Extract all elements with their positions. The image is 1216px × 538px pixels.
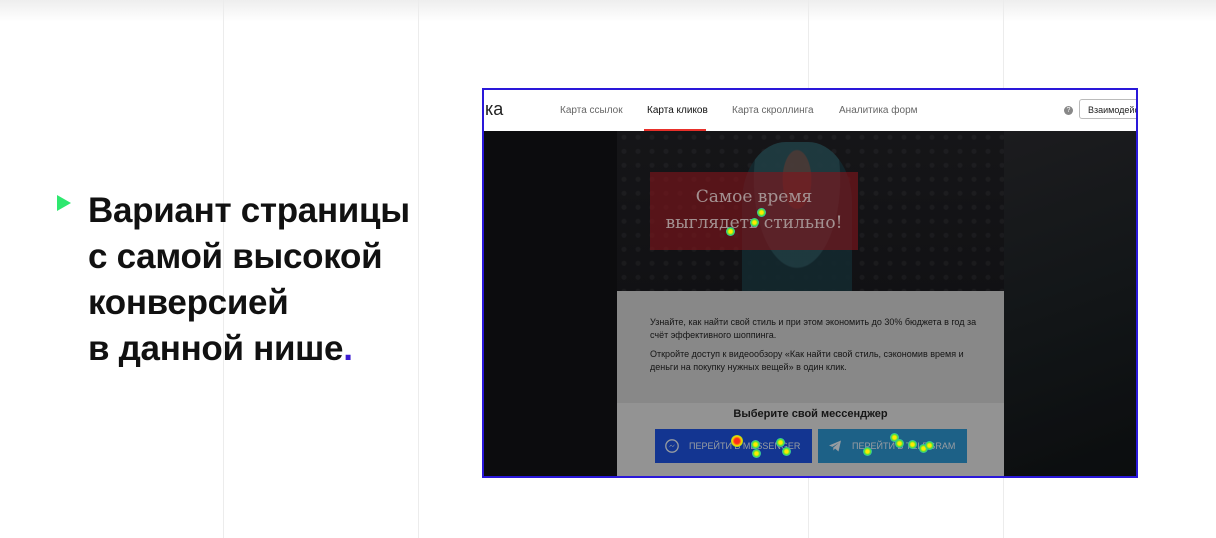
analytics-toolbar: ка Карта ссылок Карта кликов Карта скрол…: [484, 90, 1136, 132]
click-heat-spot: [751, 440, 760, 449]
telegram-icon: [829, 440, 841, 452]
tab-link-map[interactable]: Карта ссылок: [560, 105, 623, 116]
headline-line: Вариант страницы: [88, 191, 410, 230]
side-panel-right: [1004, 131, 1136, 476]
messenger-icon: [665, 439, 679, 453]
heatmap-screenshot: ка Карта ссылок Карта кликов Карта скрол…: [482, 88, 1138, 478]
offer-card: [617, 291, 1004, 403]
headline-line: с самой высокой: [88, 237, 383, 276]
question-icon[interactable]: ?: [1064, 106, 1073, 115]
click-heat-spot: [731, 435, 743, 447]
click-heat-spot: [776, 438, 785, 447]
play-arrow-icon: [57, 195, 71, 211]
messenger-title: Выберите свой мессенджер: [733, 408, 888, 420]
click-heat-spot: [752, 449, 761, 458]
click-heat-spot: [895, 439, 904, 448]
click-heat-spot: [782, 447, 791, 456]
brand-logo: ка: [485, 99, 504, 119]
click-heat-spot: [757, 208, 766, 217]
interaction-button[interactable]: Взаимодейст: [1079, 99, 1136, 119]
headline-line: в данной нише.: [88, 326, 448, 372]
click-heat-spot: [925, 441, 934, 450]
headline: Вариант страницы с самой высокой конверс…: [88, 188, 448, 372]
tab-scroll-map[interactable]: Карта скроллинга: [732, 105, 814, 116]
hero-text-line: Самое время: [695, 187, 813, 207]
click-heat-spot: [750, 218, 759, 227]
top-shadow: [0, 0, 1216, 22]
tab-click-map[interactable]: Карта кликов: [647, 105, 708, 116]
click-heat-spot: [863, 447, 872, 456]
offer-paragraph: Узнайте, как найти свой стиль и при этом…: [650, 317, 977, 340]
offer-paragraph: Откройте доступ к видеообзору «Как найти…: [650, 349, 964, 372]
headline-line: конверсией: [88, 283, 289, 322]
tab-form-analytics[interactable]: Аналитика форм: [839, 105, 918, 116]
click-heat-spot: [908, 440, 917, 449]
click-heat-spot: [726, 227, 735, 236]
headline-line-text: в данной нише: [88, 329, 344, 368]
hero-text: Самое время выглядеть стильно!: [650, 184, 858, 236]
headline-dot: .: [343, 329, 353, 368]
side-panel-left: [484, 131, 617, 476]
